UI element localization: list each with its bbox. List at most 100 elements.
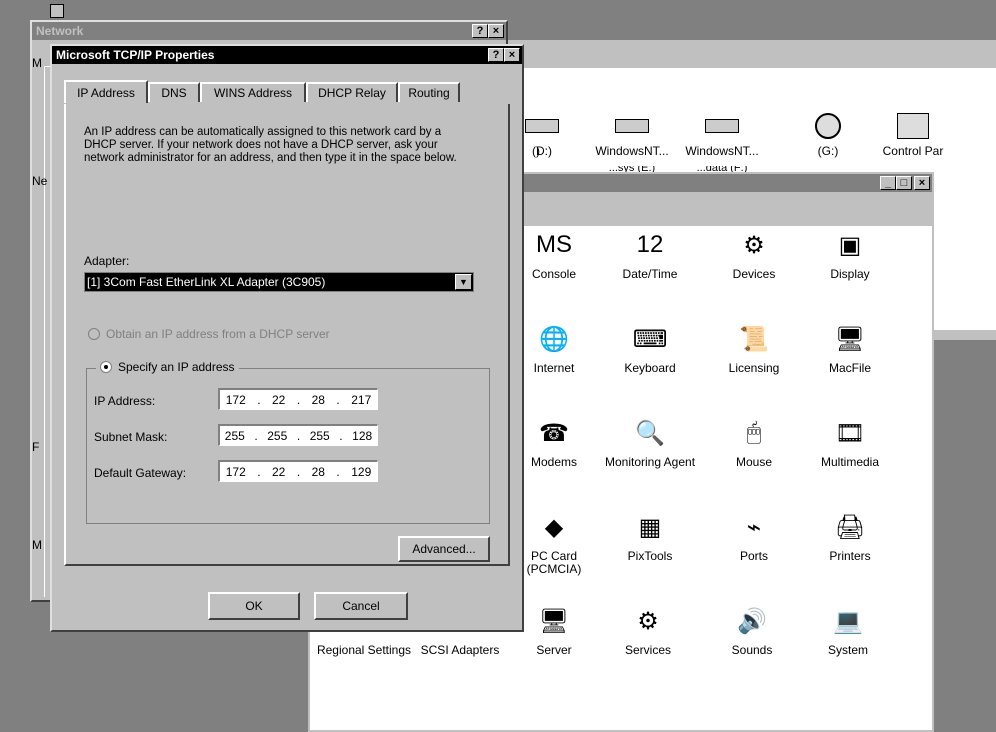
drive-icon [705,112,739,140]
control-panel-item[interactable]: ⌁ Ports [706,510,802,563]
ip-address-label: IP Address: [94,394,156,408]
drive-shape [705,119,739,133]
subnet-octet-2: 255 [267,428,288,443]
control-panel-item-label: PixTools [627,549,673,563]
tab-wins-address[interactable]: WINS Address [200,82,306,102]
control-panel-item-label: Display [830,267,870,281]
control-panel-item[interactable]: ⚙ Services [600,604,696,657]
drive-item[interactable]: WindowsNT... [584,112,680,158]
control-panel-item-label: Devices [732,267,776,281]
control-panel-item-label: Server [536,643,572,657]
advanced-button[interactable]: Advanced... [398,536,490,562]
pixtools-icon: ▦ [638,513,662,541]
ip-address-field[interactable]: 172. 22. 28. 217 [218,388,378,410]
cdrom-icon [811,112,845,140]
control-panel-item[interactable]: 📜 Licensing [706,322,802,375]
drive-item[interactable]: (G:) [780,112,876,158]
octet-dot: . [257,464,261,479]
control-panel-item-label: MacFile [828,361,871,375]
octet-dot: . [339,428,343,443]
control-panel-item[interactable]: 🔊 Sounds [704,604,800,657]
ip-address-page: An IP address can be automatically assig… [64,104,510,566]
printers-icon: 🖨 [834,513,866,541]
control-panel-item-label: SCSI Adapters [420,643,500,657]
network-title: Network [36,24,84,38]
control-panel-item[interactable]: 🖨 Printers [802,510,898,563]
chevron-down-icon[interactable]: ▼ [455,274,472,290]
radio-circle-icon [88,328,100,340]
ip-octet-1: 172 [225,392,246,407]
adapter-select[interactable]: [1] 3Com Fast EtherLink XL Adapter (3C90… [84,272,474,292]
devices-icon: ⚙ [743,231,765,259]
control-panel-item-label: Sounds [731,643,773,657]
network-close-button[interactable]: × [488,24,504,38]
network-window-icon [50,4,64,18]
control-panel-item[interactable]: ▦ PixTools [602,510,698,563]
subnet-mask-label: Subnet Mask: [94,430,168,444]
radio-obtain-dhcp[interactable]: Obtain an IP address from a DHCP server [88,327,330,341]
maximize-button[interactable]: □ [896,176,912,190]
tcpip-help-button[interactable]: ? [488,48,504,62]
datetime-icon: 12 [636,231,664,258]
ok-button[interactable]: OK [208,592,300,620]
console-icon: MS [536,231,572,258]
minimize-button[interactable]: _ [880,176,896,190]
drive-shape [815,113,841,139]
octet-dot: . [336,464,340,479]
octet-dot: . [254,428,258,443]
network-label-4: M [32,538,42,552]
subnet-octet-4: 128 [352,428,373,443]
tab-routing[interactable]: Routing [398,82,460,102]
default-gateway-field[interactable]: 172. 22. 28. 129 [218,460,378,482]
control-panel-item-label: Date/Time [622,267,678,281]
control-panel-item-label: Ports [739,549,768,563]
radio-selected-icon [100,361,112,373]
cancel-button[interactable]: Cancel [314,592,408,620]
description-text: An IP address can be automatically assig… [84,126,457,164]
control-panel-item[interactable]: ⚙ Devices [706,228,802,281]
control-panel-item-label: Regional Settings [316,643,412,657]
drive-item[interactable]: Control Par [870,112,956,158]
tab-ip-address[interactable]: IP Address [64,80,148,103]
gateway-octet-4: 129 [351,464,372,479]
control-panel-item[interactable]: 🖱 Mouse [706,416,802,469]
control-panel-item-label: Multimedia [820,455,880,469]
tab-dns[interactable]: DNS [148,82,200,102]
control-panel-item[interactable]: ▣ Display [802,228,898,281]
monitoring-agent-icon: 🔍 [635,419,665,447]
gateway-octet-2: 22 [272,464,286,479]
control-panel-folder-icon [896,112,930,140]
octet-dot: . [257,392,261,407]
drive-shape [615,119,649,133]
control-panel-item-label: Printers [829,549,871,563]
keyboard-icon: ⌨ [632,325,668,353]
network-label-1: M [32,56,42,70]
multimedia-icon: 🎞 [834,419,866,447]
control-panel-item[interactable]: 💻 System [800,604,896,657]
octet-dot: . [296,428,301,443]
radio-specify-label: Specify an IP address [118,360,235,374]
mouse-icon: 🖱 [746,419,762,446]
subnet-mask-field[interactable]: 255. 255. 255. 128 [218,424,378,446]
gateway-octet-3: 28 [311,464,325,479]
drive-label: (G:) [817,144,839,158]
pc-card-icon: ◆ [544,513,564,541]
licensing-icon: 📜 [739,325,769,353]
default-gateway-label: Default Gateway: [94,466,187,480]
network-titlebar: Network ? × [32,22,506,40]
octet-dot: . [336,392,340,407]
control-panel-item[interactable]: 🔍 Monitoring Agent [602,416,698,469]
radio-specify-ip[interactable]: Specify an IP address [96,360,239,374]
services-icon: ⚙ [637,607,659,635]
network-help-button[interactable]: ? [472,24,488,38]
macfile-icon: 🖥 [834,325,866,353]
control-panel-item[interactable]: ⌨ Keyboard [602,322,698,375]
close-button[interactable]: × [914,176,930,190]
drive-item[interactable]: WindowsNT... [674,112,770,158]
control-panel-item[interactable]: 🖥 MacFile [802,322,898,375]
drive-icon [615,112,649,140]
tab-dhcp-relay[interactable]: DHCP Relay [306,82,398,102]
control-panel-item[interactable]: 🎞 Multimedia [802,416,898,469]
control-panel-item[interactable]: 12 Date/Time [602,228,698,281]
tcpip-close-button[interactable]: × [504,48,520,62]
